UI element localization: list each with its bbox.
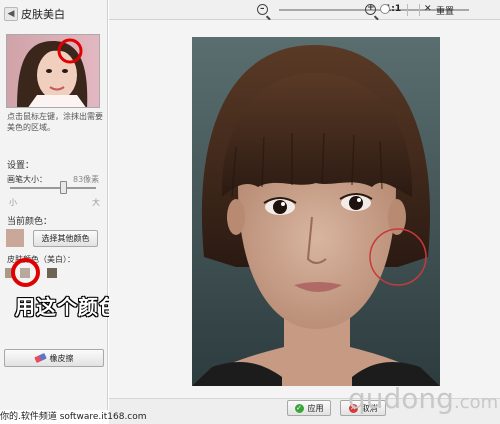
current-color-label: 当前颜色：	[7, 217, 53, 227]
eraser-button[interactable]: 橡皮擦	[4, 349, 104, 367]
panel-header: ◀ 皮肤美白	[0, 0, 107, 28]
eraser-icon	[33, 352, 47, 364]
settings-label: 设置：	[7, 161, 35, 171]
edited-photo[interactable]	[192, 37, 440, 386]
brush-size-slider-thumb[interactable]	[59, 181, 67, 194]
back-arrow-icon: ◀	[7, 9, 15, 19]
slider-min-label: 小	[9, 198, 17, 207]
toolbar-divider	[419, 4, 420, 16]
site-watermark: qudong.com	[348, 382, 498, 415]
choose-other-color-button[interactable]: 选择其他颜色	[33, 230, 98, 247]
eraser-button-label: 橡皮擦	[49, 353, 74, 363]
watermark-suffix: .com	[453, 392, 499, 413]
brush-size-value: 83像素	[73, 175, 100, 184]
preset-color-swatch[interactable]	[47, 268, 57, 278]
x-close-icon[interactable]: ✕	[424, 4, 432, 14]
apply-button[interactable]: ✓ 应用	[287, 400, 331, 416]
zoom-out-icon[interactable]: –	[257, 4, 268, 15]
back-button[interactable]: ◀	[4, 7, 18, 21]
zoom-toolbar: – + 1:1 ✕ 重置	[109, 0, 500, 20]
watermark-main: qudong	[348, 382, 454, 415]
skin-whitening-panel: ◀ 皮肤美白 点击鼠标左键，涂抹出需要美色的区域。 设置： 画笔大小： 83像素	[0, 0, 108, 410]
highlight-circle	[11, 258, 40, 287]
zoom-in-icon[interactable]: +	[365, 4, 376, 15]
footer-credit: 你的.软件频道 software.it168.com	[0, 412, 147, 422]
toolbar-divider	[407, 4, 408, 16]
preview-thumbnail	[6, 34, 100, 108]
brush-size-slider-track[interactable]	[10, 187, 96, 189]
portrait-image	[192, 37, 440, 386]
reset-button[interactable]: 重置	[436, 4, 454, 17]
check-icon: ✓	[294, 403, 304, 413]
panel-title: 皮肤美白	[21, 8, 65, 21]
slider-max-label: 大	[92, 198, 100, 207]
instruction-text: 点击鼠标左键，涂抹出需要美色的区域。	[7, 112, 103, 132]
brush-size-label: 画笔大小：	[7, 175, 47, 184]
apply-button-label: 应用	[307, 403, 324, 413]
thumbnail-image	[7, 35, 99, 107]
current-color-swatch	[6, 229, 24, 247]
